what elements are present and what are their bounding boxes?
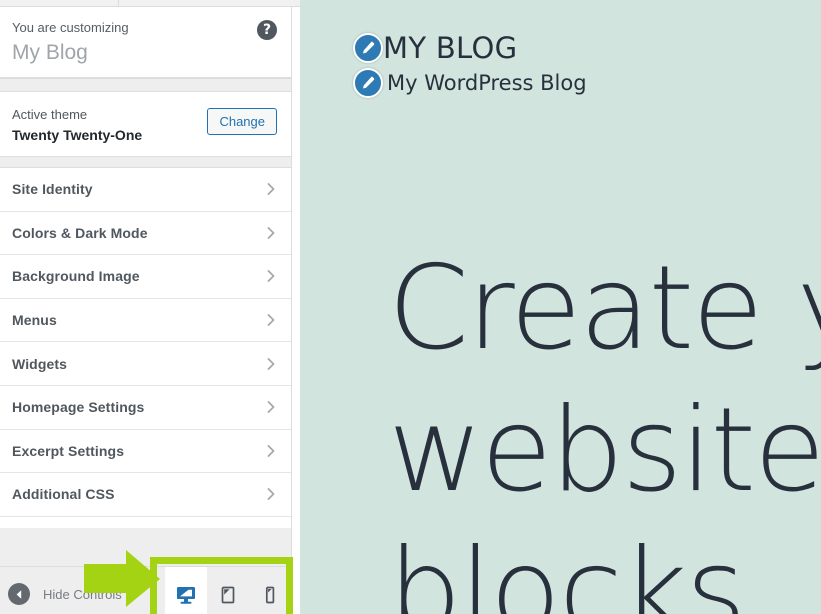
panel-site-name: My Blog bbox=[12, 41, 88, 65]
pencil-edit-icon[interactable] bbox=[353, 68, 383, 98]
customizer-panel-header: You are customizing My Blog ? bbox=[0, 7, 291, 78]
chevron-right-icon bbox=[265, 226, 277, 239]
section-label: Site Identity bbox=[12, 181, 93, 198]
sidebar-item-background-image[interactable]: Background Image bbox=[0, 255, 291, 299]
section-label: Menus bbox=[12, 312, 57, 329]
customizing-label: You are customizing bbox=[12, 20, 129, 35]
section-label: Additional CSS bbox=[12, 486, 115, 503]
preview-site-tagline: My WordPress Blog bbox=[387, 71, 587, 95]
hero-line-3: blocks bbox=[388, 524, 746, 614]
device-preview-tablet-button[interactable] bbox=[207, 567, 249, 614]
sidebar-empty-tail bbox=[0, 528, 291, 566]
device-preview-mobile-button[interactable] bbox=[249, 567, 291, 614]
section-divider-band-2 bbox=[0, 157, 291, 168]
preview-site-title: MY BLOG bbox=[383, 31, 518, 65]
hide-controls-label: Hide Controls bbox=[43, 586, 122, 602]
customizer-footer-bar: Hide Controls bbox=[0, 566, 291, 614]
chevron-right-icon bbox=[265, 183, 277, 196]
chevron-right-icon bbox=[265, 401, 277, 414]
sidebar-item-homepage-settings[interactable]: Homepage Settings bbox=[0, 385, 291, 430]
chrome-seam bbox=[118, 0, 119, 7]
sidebar-item-colors-dark-mode[interactable]: Colors & Dark Mode bbox=[0, 211, 291, 256]
change-theme-button[interactable]: Change bbox=[207, 108, 277, 135]
section-divider-band bbox=[0, 78, 291, 92]
device-preview-desktop-button[interactable] bbox=[165, 567, 207, 614]
active-theme-row: Active theme Twenty Twenty-One Change bbox=[0, 92, 291, 157]
preview-site-title-row[interactable]: MY BLOG bbox=[353, 31, 517, 65]
help-circle-icon[interactable]: ? bbox=[257, 20, 277, 40]
section-label: Background Image bbox=[12, 268, 140, 285]
sidebar-item-site-identity[interactable]: Site Identity bbox=[0, 168, 291, 212]
customizer-screen: MY BLOG My WordPress Blog Create y websi… bbox=[0, 0, 821, 614]
chevron-right-icon bbox=[265, 357, 277, 370]
sidebar-item-menus[interactable]: Menus bbox=[0, 298, 291, 343]
chevron-right-icon bbox=[265, 270, 277, 283]
customizer-sidebar: You are customizing My Blog ? Active the… bbox=[0, 7, 292, 614]
hero-line-2: websites bbox=[388, 382, 821, 518]
chevron-right-icon bbox=[265, 444, 277, 457]
sidebar-item-excerpt-settings[interactable]: Excerpt Settings bbox=[0, 429, 291, 474]
collapse-left-arrow-icon[interactable] bbox=[8, 583, 30, 605]
sidebar-item-widgets[interactable]: Widgets bbox=[0, 342, 291, 386]
browser-chrome-strip bbox=[0, 0, 300, 7]
site-preview-pane[interactable]: MY BLOG My WordPress Blog Create y websi… bbox=[300, 0, 821, 614]
customizer-section-list: Site Identity Colors & Dark Mode Backgro… bbox=[0, 168, 291, 517]
section-label: Colors & Dark Mode bbox=[12, 224, 148, 241]
sidebar-item-additional-css[interactable]: Additional CSS bbox=[0, 473, 291, 517]
section-label: Homepage Settings bbox=[12, 399, 145, 416]
section-label: Excerpt Settings bbox=[12, 442, 125, 459]
section-label: Widgets bbox=[12, 355, 68, 372]
device-preview-group bbox=[165, 567, 291, 614]
preview-site-tagline-row[interactable]: My WordPress Blog bbox=[353, 68, 587, 98]
pencil-edit-icon[interactable] bbox=[353, 33, 383, 63]
chevron-right-icon bbox=[265, 314, 277, 326]
preview-gutter bbox=[292, 0, 300, 614]
chevron-right-icon bbox=[265, 488, 277, 501]
hero-line-1: Create y bbox=[388, 241, 821, 376]
preview-hero-heading: Create y websites blocks bbox=[388, 238, 821, 614]
